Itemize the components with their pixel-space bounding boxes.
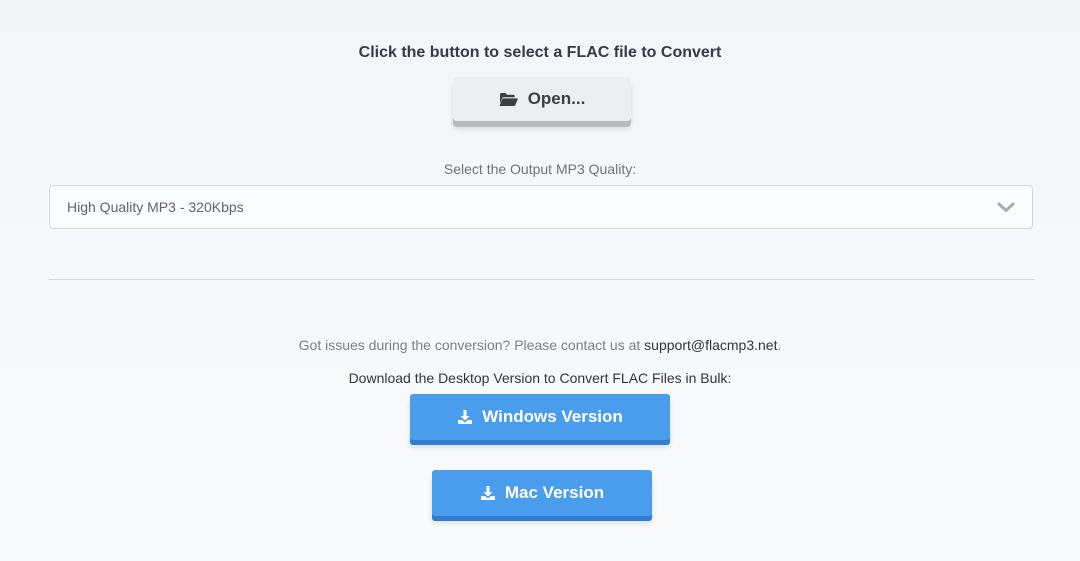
support-email-link[interactable]: support@flacmp3.net [644,337,777,353]
chevron-down-icon [997,202,1015,213]
quality-select-value: High Quality MP3 - 320Kbps [67,199,244,215]
download-icon [480,485,496,501]
support-contact-text: Got issues during the conversion? Please… [0,337,1080,353]
mac-version-button[interactable]: Mac Version [432,470,652,516]
support-trailing: . [777,337,782,353]
windows-version-button[interactable]: Windows Version [410,394,670,440]
quality-select[interactable]: High Quality MP3 - 320Kbps [49,185,1033,229]
open-file-button[interactable]: Open... [453,77,631,121]
open-button-label: Open... [527,89,586,108]
flac-converter-page: Click the button to select a FLAC file t… [0,0,1080,561]
section-divider [49,279,1035,280]
desktop-version-text: Download the Desktop Version to Convert … [348,370,732,386]
folder-open-icon [499,92,518,107]
mac-version-label: Mac Version [504,483,605,502]
select-file-heading: Click the button to select a FLAC file t… [358,44,722,61]
support-text: Got issues during the conversion? Please… [298,337,641,353]
output-quality-label: Select the Output MP3 Quality: [443,161,637,177]
windows-version-label: Windows Version [482,407,623,426]
download-icon [457,409,473,425]
